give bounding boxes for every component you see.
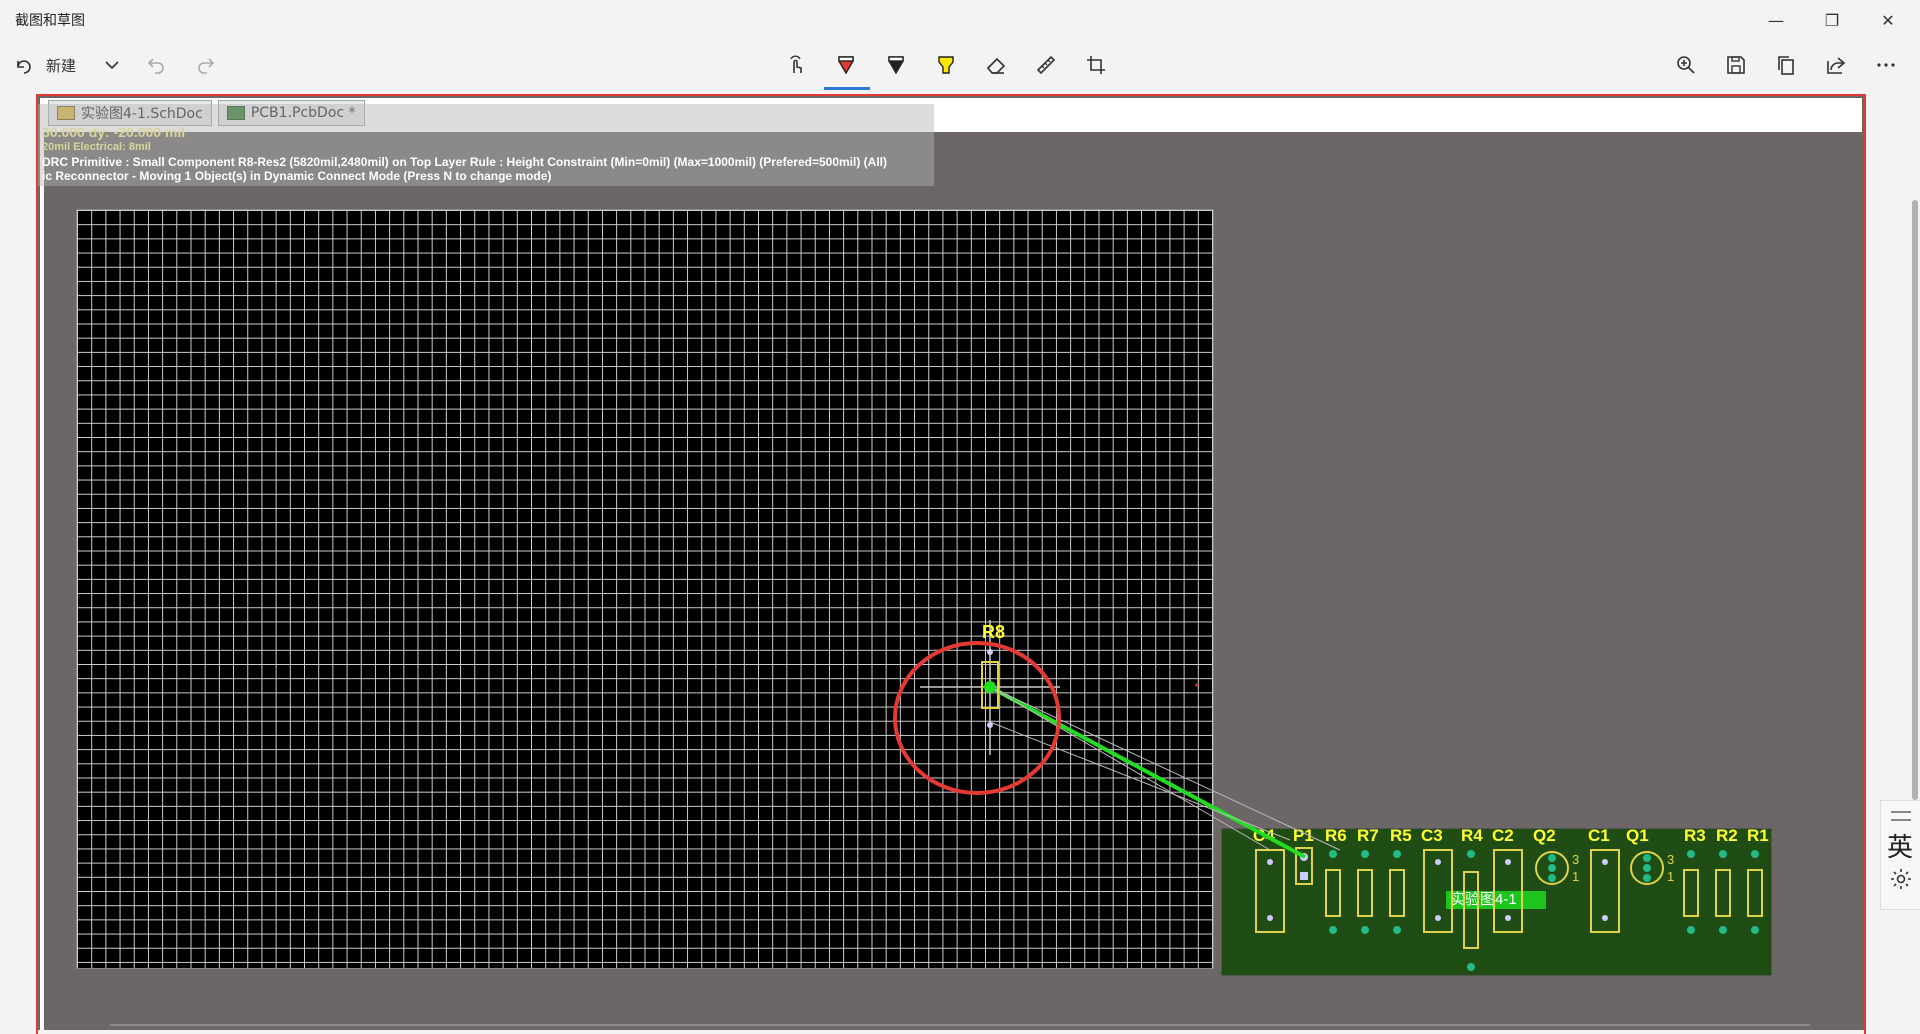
- ruler-button[interactable]: [1034, 47, 1058, 83]
- copy-button[interactable]: [1774, 47, 1798, 83]
- highlighter-icon: [938, 56, 954, 74]
- ime-grip-icon[interactable]: [1891, 811, 1911, 821]
- pencil-button[interactable]: [884, 47, 908, 83]
- highlighter-button[interactable]: [934, 47, 958, 83]
- close-button[interactable]: ✕: [1860, 0, 1916, 40]
- component-label-p1: P1: [1293, 826, 1314, 845]
- crop-button[interactable]: [1084, 47, 1108, 83]
- component-label-q1: Q1: [1626, 826, 1649, 845]
- more-icon: [1877, 63, 1895, 67]
- component-label-r6: R6: [1325, 826, 1347, 845]
- component-label-c2: C2: [1492, 826, 1514, 845]
- redo-icon: [198, 58, 215, 74]
- minimize-icon: —: [1768, 10, 1784, 30]
- heads-up-info-overlay: 30.000 dy: -20.000 mil 20mil Electrical:…: [36, 104, 934, 186]
- new-button[interactable]: 新建: [14, 47, 76, 83]
- eraser-button[interactable]: [984, 47, 1008, 83]
- room-label: 实验图4-1: [1446, 891, 1546, 909]
- ime-toolbar: 英: [1880, 800, 1920, 910]
- pcb-board-grid[interactable]: [76, 209, 1214, 969]
- save-button[interactable]: [1724, 47, 1748, 83]
- component-label-r7: R7: [1357, 826, 1379, 845]
- undo-icon: [147, 58, 164, 74]
- component-label-r4: R4: [1461, 826, 1483, 845]
- coordinate-readout: 30.000 dy: -20.000 mil: [42, 124, 186, 140]
- redo-button[interactable]: [194, 47, 218, 83]
- close-icon: ✕: [1881, 10, 1895, 30]
- zoom-in-icon: [1677, 56, 1695, 74]
- eraser-icon: [986, 57, 1006, 74]
- component-label-r1: R1: [1747, 826, 1769, 845]
- ballpoint-pen-icon: [838, 56, 854, 75]
- restore-icon: ❐: [1824, 10, 1840, 30]
- undo-button[interactable]: [144, 47, 168, 83]
- ime-mode-toggle[interactable]: 英: [1887, 827, 1913, 864]
- touch-writing-icon: [790, 55, 802, 73]
- component-label-c1: C1: [1588, 826, 1610, 845]
- drc-message: DRC Primitive : Small Component R8-Res2 …: [42, 155, 887, 169]
- pencil-icon: [888, 56, 904, 75]
- active-tool-indicator: [824, 87, 870, 90]
- panel-edge: [40, 132, 44, 1030]
- horizontal-scrollbar[interactable]: [110, 1024, 1810, 1026]
- title-bar: 截图和草图 — ❐ ✕: [0, 0, 1920, 40]
- new-options-button[interactable]: [100, 47, 124, 83]
- new-snip-icon: [17, 60, 31, 74]
- more-button[interactable]: [1874, 47, 1898, 83]
- electrical-readout: 20mil Electrical: 8mil: [42, 141, 151, 153]
- touch-writing-button[interactable]: [784, 47, 808, 83]
- component-label-c3: C3: [1421, 826, 1443, 845]
- gear-icon[interactable]: [1889, 867, 1913, 891]
- vertical-scrollbar[interactable]: [1912, 200, 1918, 800]
- component-label-r5: R5: [1390, 826, 1412, 845]
- component-label-c4: C4: [1253, 826, 1275, 845]
- toolbar: 新建: [0, 40, 1920, 90]
- ballpoint-pen-button[interactable]: [834, 47, 858, 83]
- r8-label: R8: [982, 622, 1006, 642]
- component-label-r2: R2: [1716, 826, 1738, 845]
- save-icon: [1727, 56, 1745, 74]
- window-title: 截图和草图: [15, 13, 85, 29]
- share-icon: [1827, 57, 1846, 74]
- component-label-r3: R3: [1684, 826, 1706, 845]
- zoom-button[interactable]: [1674, 47, 1698, 83]
- minimize-button[interactable]: —: [1748, 0, 1804, 40]
- restore-button[interactable]: ❐: [1804, 0, 1860, 40]
- new-button-label: 新建: [46, 56, 77, 75]
- crop-icon: [1087, 56, 1105, 74]
- chevron-down-icon: [105, 61, 119, 70]
- reconnector-message: ic Reconnector - Moving 1 Object(s) in D…: [42, 169, 552, 183]
- share-button[interactable]: [1824, 47, 1848, 83]
- ruler-icon: [1036, 55, 1056, 75]
- copy-icon: [1778, 56, 1794, 75]
- component-label-q2: Q2: [1533, 826, 1556, 845]
